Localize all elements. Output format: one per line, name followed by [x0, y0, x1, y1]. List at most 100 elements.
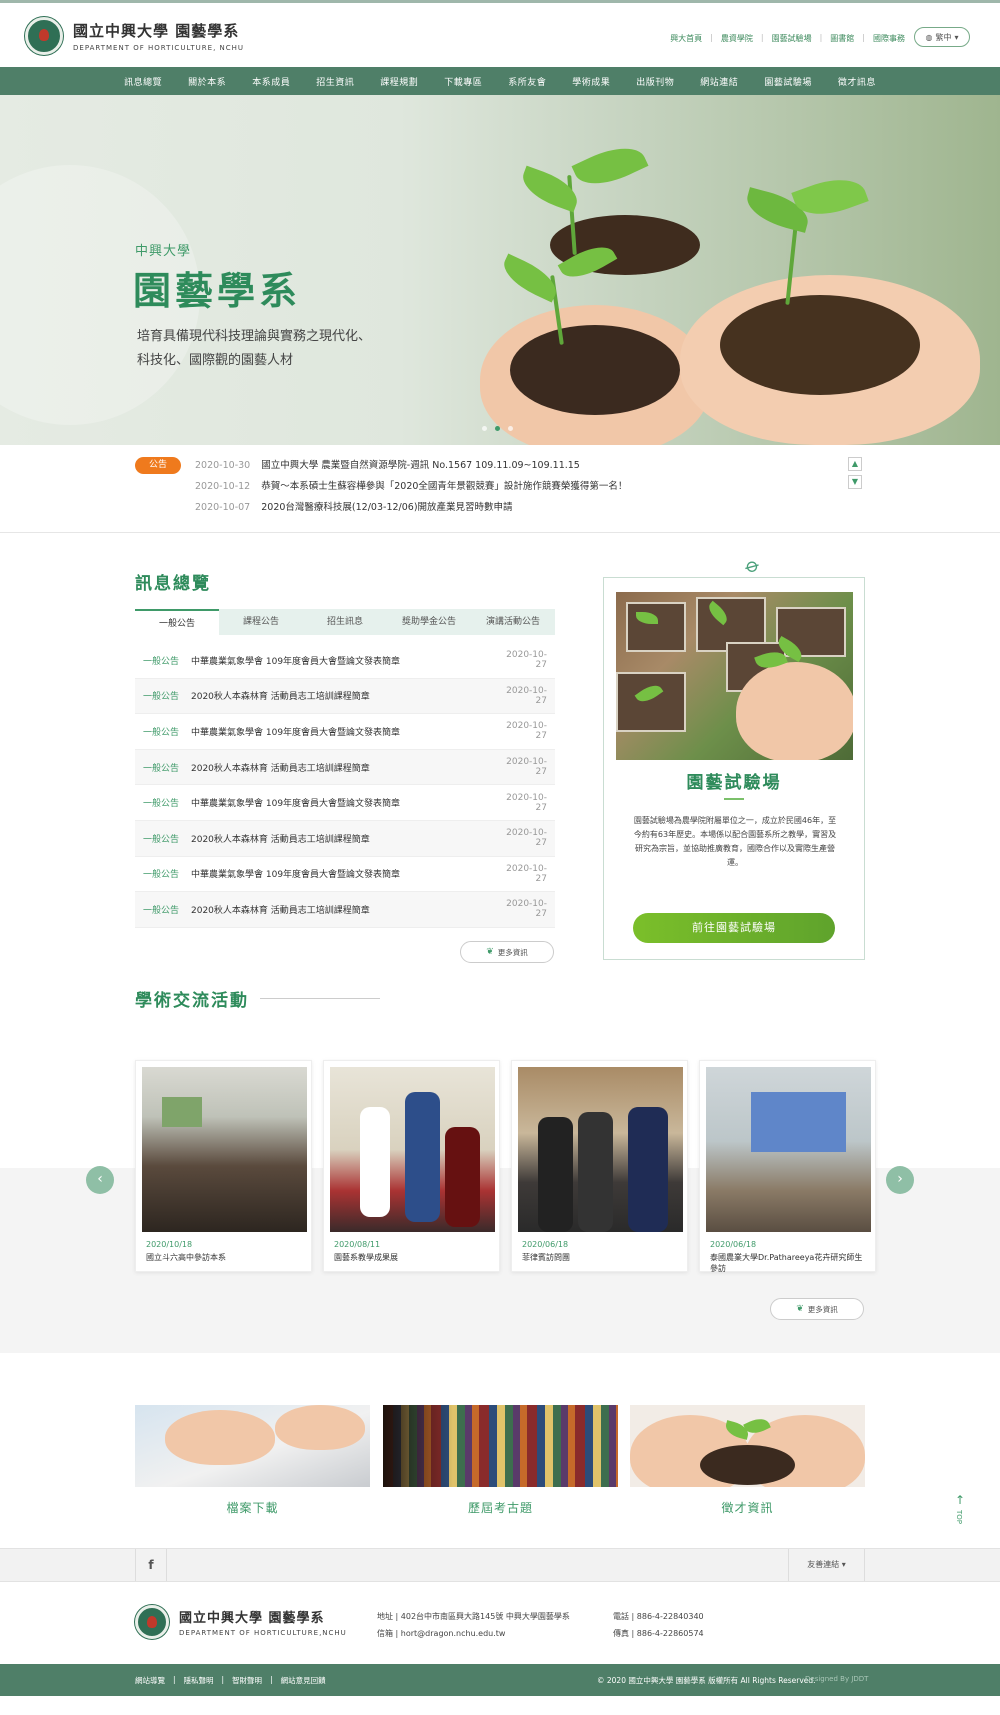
footer-link-privacy[interactable]: 隱私聲明 — [184, 1675, 214, 1686]
news-row[interactable]: 一般公告 中華農業氣象學會 109年度會員大會暨論文發表簡章 2020-10-27 — [135, 714, 555, 750]
slider-dot-active[interactable] — [495, 426, 500, 431]
hero-title: 園藝學系 — [133, 269, 302, 313]
card-text: 園藝系教學成果展 — [334, 1253, 398, 1262]
footer-links: 網站導覽 | 隱私聲明 | 智財聲明 | 網站意見回饋 — [135, 1675, 326, 1686]
site-footer: 國立中興大學 園藝學系 DEPARTMENT OF HORTICULTURE,N… — [0, 1582, 1000, 1664]
site-logo[interactable]: 國立中興大學 園藝學系 DEPARTMENT OF HORTICULTURE, … — [25, 17, 244, 55]
news-row[interactable]: 一般公告 中華農業氣象學會 109年度會員大會暨論文發表簡章 2020-10-27 — [135, 857, 555, 893]
quick-link-past-exams[interactable]: 歷屆考古題 — [383, 1405, 618, 1516]
top-link-nchu[interactable]: 興大首頁 — [670, 33, 702, 44]
social-bar: f 友善連結 ▾ — [0, 1548, 1000, 1582]
quick-link-label: 歷屆考古題 — [467, 1501, 533, 1515]
news-row[interactable]: 一般公告 2020秋人本森林育 活動員志工培訓課程簡章 2020-10-27 — [135, 749, 555, 786]
tab-lectures[interactable]: 演講活動公告 — [471, 609, 555, 635]
top-link-library[interactable]: 圖書館 — [830, 33, 854, 44]
logo-subtitle: DEPARTMENT OF HORTICULTURE, NCHU — [73, 44, 245, 52]
footer-link-feedback[interactable]: 網站意見回饋 — [281, 1675, 326, 1686]
quick-link-downloads[interactable]: 檔案下載 — [135, 1405, 370, 1516]
nav-item-news[interactable]: 訊息總覽 — [111, 75, 175, 88]
university-seal-icon — [135, 1605, 169, 1639]
farm-card: 園藝試驗場 園藝試驗場為農學院附屬單位之一，成立於民國46年，至今約有63年歷史… — [603, 577, 865, 960]
top-link-college[interactable]: 農資學院 — [721, 33, 753, 44]
news-row[interactable]: 一般公告 2020秋人本森林育 活動員志工培訓課程簡章 2020-10-27 — [135, 892, 555, 928]
nav-item-admissions[interactable]: 招生資訊 — [303, 75, 367, 88]
footer-email[interactable]: 信箱 | hort@dragon.nchu.edu.tw — [377, 1625, 570, 1642]
news-row[interactable]: 一般公告 中華農業氣象學會 109年度會員大會暨論文發表簡章 2020-10-27 — [135, 643, 555, 679]
nav-item-research[interactable]: 學術成果 — [559, 75, 623, 88]
chevron-up-icon[interactable]: ▲ — [848, 457, 862, 471]
top-link-international[interactable]: 國際事務 — [873, 33, 905, 44]
announcement-text: 恭賀～本系碩士生蘇容樺參與「2020全國青年景觀競賽」設計施作競賽榮獲得第一名！ — [261, 481, 628, 492]
academic-carousel: 2020/10/18 國立斗六高中參訪本系 2020/08/11 園藝系教學成果… — [135, 1060, 876, 1273]
slider-dot[interactable] — [508, 426, 513, 431]
nav-item-links[interactable]: 網站連結 — [687, 75, 751, 88]
news-more-label: 更多資訊 — [497, 947, 528, 957]
announcement-controls: ▲ ▼ — [848, 457, 862, 489]
nav-item-alumni[interactable]: 系所友會 — [495, 75, 559, 88]
news-text: 2020秋人本森林育 活動員志工培訓課程簡章 — [191, 692, 370, 703]
announcement-item[interactable]: 2020-10-07 2020台灣醫療科技展(12/03-12/06)開放產業見… — [195, 501, 627, 522]
tab-courses[interactable]: 課程公告 — [219, 609, 303, 635]
top-link-farm[interactable]: 園藝試驗場 — [772, 33, 812, 44]
news-row[interactable]: 一般公告 2020秋人本森林育 活動員志工培訓課程簡章 2020-10-27 — [135, 678, 555, 715]
nav-item-members[interactable]: 本系成員 — [239, 75, 303, 88]
nav-item-farm[interactable]: 園藝試驗場 — [751, 75, 825, 88]
news-date: 2020-10-27 — [506, 792, 547, 813]
nav-item-jobs[interactable]: 徵才訊息 — [825, 75, 889, 88]
academic-more-button[interactable]: ❦ 更多資訊 — [770, 1298, 864, 1320]
quick-link-jobs[interactable]: 徵才資訊 — [630, 1405, 865, 1516]
farm-title: 園藝試驗場 — [686, 773, 782, 793]
news-date: 2020-10-27 — [506, 721, 547, 742]
friend-links-dropdown[interactable]: 友善連結 ▾ — [788, 1549, 865, 1581]
language-label: 繁中 — [935, 32, 952, 42]
nav-item-publications[interactable]: 出版刊物 — [623, 75, 687, 88]
nav-item-courses[interactable]: 課程規劃 — [367, 75, 431, 88]
friend-links-label: 友善連結 — [807, 1560, 840, 1569]
news-text: 2020秋人本森林育 活動員志工培訓課程簡章 — [191, 834, 370, 845]
meeting-room-image — [706, 1067, 871, 1232]
news-row[interactable]: 一般公告 中華農業氣象學會 109年度會員大會暨論文發表簡章 2020-10-27 — [135, 785, 555, 821]
news-date: 2020-10-27 — [506, 863, 547, 884]
tab-general[interactable]: 一般公告 — [135, 609, 219, 635]
quick-link-label: 檔案下載 — [226, 1501, 279, 1515]
announcement-item[interactable]: 2020-10-12 恭賀～本系碩士生蘇容樺參與「2020全國青年景觀競賽」設計… — [195, 480, 627, 501]
language-select[interactable]: ◍ 繁中 ▾ — [914, 27, 970, 47]
chevron-right-icon[interactable]: › — [886, 1166, 914, 1194]
academic-card[interactable]: 2020/06/18 泰國農業大學Dr.Pathareeya花卉研究師生參訪 — [699, 1060, 876, 1273]
bottom-bar: 網站導覽 | 隱私聲明 | 智財聲明 | 網站意見回饋 © 2020 國立中興大學 園… — [0, 1664, 1000, 1696]
news-category: 一般公告 — [143, 905, 180, 916]
arrow-up-icon: ↑ — [955, 1493, 966, 1507]
news-date: 2020-10-27 — [506, 828, 547, 849]
delegation-photo-image — [518, 1067, 683, 1232]
footer-link-ip[interactable]: 智財聲明 — [232, 1675, 262, 1686]
university-seal-icon — [25, 17, 63, 55]
news-more-button[interactable]: ❦ 更多資訊 — [460, 941, 554, 963]
slider-dots — [482, 426, 513, 431]
main-nav: 訊息總覽 關於本系 本系成員 招生資訊 課程規劃 下載專區 系所友會 學術成果 … — [0, 67, 1000, 95]
back-to-top-button[interactable]: ↑ TOP — [955, 1493, 965, 1524]
nav-item-downloads[interactable]: 下載專區 — [431, 75, 495, 88]
exhibition-photo-image — [330, 1067, 495, 1232]
academic-card[interactable]: 2020/06/18 菲律賓訪問團 — [511, 1060, 688, 1272]
footer-phone-fax: 電話 | 886-4-22840340 傳真 | 886-4-22860574 — [613, 1608, 704, 1642]
news-row[interactable]: 一般公告 2020秋人本森林育 活動員志工培訓課程簡章 2020-10-27 — [135, 820, 555, 857]
tab-scholarships[interactable]: 獎助學金公告 — [387, 609, 471, 635]
news-date: 2020-10-27 — [506, 899, 547, 920]
facebook-icon[interactable]: f — [135, 1549, 167, 1581]
news-category: 一般公告 — [143, 727, 180, 738]
academic-card[interactable]: 2020/08/11 園藝系教學成果展 — [323, 1060, 500, 1272]
chevron-down-icon[interactable]: ▼ — [848, 475, 862, 489]
goto-farm-button[interactable]: 前往園藝試驗場 — [633, 913, 835, 943]
academic-more-label: 更多資訊 — [807, 1304, 838, 1314]
academic-card[interactable]: 2020/10/18 國立斗六高中參訪本系 — [135, 1060, 312, 1272]
news-category: 一般公告 — [143, 692, 180, 703]
announcement-date: 2020-10-12 — [195, 481, 251, 492]
slider-dot[interactable] — [482, 426, 487, 431]
announcement-item[interactable]: 2020-10-30 國立中興大學 農業暨自然資源學院-週訊 No.1567 1… — [195, 459, 627, 480]
tab-admissions[interactable]: 招生訊息 — [303, 609, 387, 635]
chevron-left-icon[interactable]: ‹ — [86, 1166, 114, 1194]
footer-logo[interactable]: 國立中興大學 園藝學系 DEPARTMENT OF HORTICULTURE,N… — [135, 1605, 347, 1639]
academic-title-line — [260, 998, 380, 999]
footer-link-sitemap[interactable]: 網站導覽 — [135, 1675, 165, 1686]
nav-item-about[interactable]: 關於本系 — [175, 75, 239, 88]
